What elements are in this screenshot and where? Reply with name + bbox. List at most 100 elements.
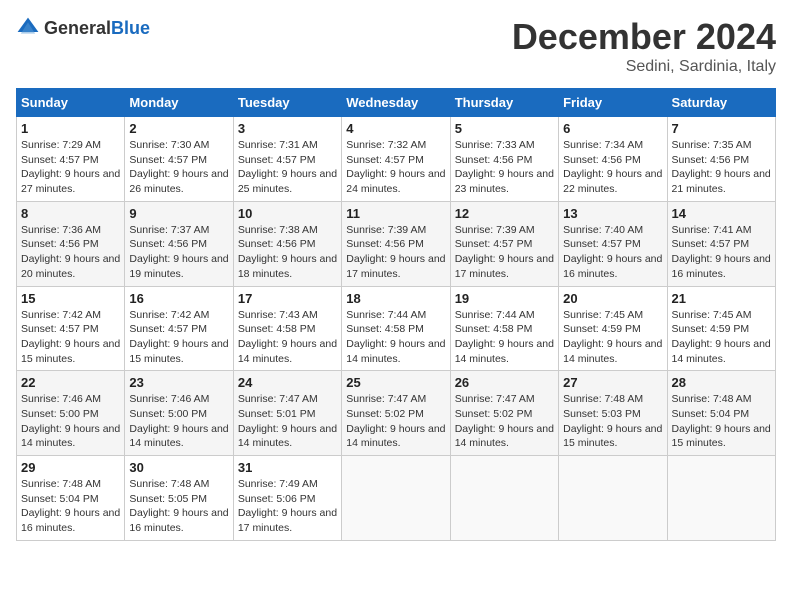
- day-info: Sunrise: 7:38 AMSunset: 4:56 PMDaylight:…: [238, 223, 337, 282]
- day-info: Sunrise: 7:49 AMSunset: 5:06 PMDaylight:…: [238, 477, 337, 536]
- day-number: 21: [672, 291, 771, 306]
- calendar-cell: 3 Sunrise: 7:31 AMSunset: 4:57 PMDaylight…: [233, 117, 341, 202]
- day-number: 25: [346, 375, 445, 390]
- day-of-week-header: Sunday: [17, 89, 125, 117]
- day-number: 20: [563, 291, 662, 306]
- day-number: 26: [455, 375, 554, 390]
- calendar-cell: 26 Sunrise: 7:47 AMSunset: 5:02 PMDayligh…: [450, 371, 558, 456]
- day-number: 8: [21, 206, 120, 221]
- calendar-cell: 13Sunrise: 7:40 AMSunset: 4:57 PMDayligh…: [559, 201, 667, 286]
- calendar-cell: 22Sunrise: 7:46 AMSunset: 5:00 PMDayligh…: [17, 371, 125, 456]
- calendar-cell: 16 Sunrise: 7:42 AMSunset: 4:57 PMDayligh…: [125, 286, 233, 371]
- day-info: Sunrise: 7:39 AMSunset: 4:57 PMDaylight:…: [455, 223, 554, 282]
- day-number: 4: [346, 121, 445, 136]
- day-number: 3: [238, 121, 337, 136]
- day-number: 23: [129, 375, 228, 390]
- day-number: 6: [563, 121, 662, 136]
- calendar-cell: 28Sunrise: 7:48 AMSunset: 5:04 PMDayligh…: [667, 371, 775, 456]
- day-of-week-header: Thursday: [450, 89, 558, 117]
- calendar-cell: [667, 456, 775, 541]
- day-info: Sunrise: 7:47 AMSunset: 5:01 PMDaylight:…: [238, 392, 337, 451]
- calendar-cell: 12 Sunrise: 7:39 AMSunset: 4:57 PMDayligh…: [450, 201, 558, 286]
- day-info: Sunrise: 7:35 AMSunset: 4:56 PMDaylight:…: [672, 138, 771, 197]
- calendar-cell: 23 Sunrise: 7:46 AMSunset: 5:00 PMDayligh…: [125, 371, 233, 456]
- day-number: 16: [129, 291, 228, 306]
- day-info: Sunrise: 7:42 AMSunset: 4:57 PMDaylight:…: [129, 308, 228, 367]
- day-info: Sunrise: 7:32 AMSunset: 4:57 PMDaylight:…: [346, 138, 445, 197]
- day-number: 18: [346, 291, 445, 306]
- calendar-cell: 21 Sunrise: 7:45 AMSunset: 4:59 PMDayligh…: [667, 286, 775, 371]
- calendar-cell: 14 Sunrise: 7:41 AMSunset: 4:57 PMDayligh…: [667, 201, 775, 286]
- day-of-week-header: Tuesday: [233, 89, 341, 117]
- calendar-cell: 4 Sunrise: 7:32 AMSunset: 4:57 PMDaylight…: [342, 117, 450, 202]
- day-number: 10: [238, 206, 337, 221]
- day-of-week-header: Friday: [559, 89, 667, 117]
- calendar-week-row: 1 Sunrise: 7:29 AMSunset: 4:57 PMDaylight…: [17, 117, 776, 202]
- day-number: 29: [21, 460, 120, 475]
- day-number: 17: [238, 291, 337, 306]
- day-info: Sunrise: 7:48 AMSunset: 5:03 PMDaylight:…: [563, 392, 662, 451]
- day-info: Sunrise: 7:44 AMSunset: 4:58 PMDaylight:…: [455, 308, 554, 367]
- day-number: 1: [21, 121, 120, 136]
- day-of-week-header: Wednesday: [342, 89, 450, 117]
- day-info: Sunrise: 7:45 AMSunset: 4:59 PMDaylight:…: [672, 308, 771, 367]
- calendar-cell: 1 Sunrise: 7:29 AMSunset: 4:57 PMDaylight…: [17, 117, 125, 202]
- calendar-week-row: 8 Sunrise: 7:36 AMSunset: 4:56 PMDaylight…: [17, 201, 776, 286]
- day-number: 14: [672, 206, 771, 221]
- day-number: 2: [129, 121, 228, 136]
- calendar-cell: [559, 456, 667, 541]
- day-of-week-header: Saturday: [667, 89, 775, 117]
- day-info: Sunrise: 7:33 AMSunset: 4:56 PMDaylight:…: [455, 138, 554, 197]
- calendar-body: 1 Sunrise: 7:29 AMSunset: 4:57 PMDaylight…: [17, 117, 776, 541]
- day-number: 9: [129, 206, 228, 221]
- calendar-cell: 18 Sunrise: 7:44 AMSunset: 4:58 PMDayligh…: [342, 286, 450, 371]
- day-info: Sunrise: 7:46 AMSunset: 5:00 PMDaylight:…: [129, 392, 228, 451]
- logo-text: GeneralBlue: [44, 18, 150, 39]
- day-info: Sunrise: 7:29 AMSunset: 4:57 PMDaylight:…: [21, 138, 120, 197]
- day-info: Sunrise: 7:42 AMSunset: 4:57 PMDaylight:…: [21, 308, 120, 367]
- calendar-cell: 7Sunrise: 7:35 AMSunset: 4:56 PMDaylight…: [667, 117, 775, 202]
- day-info: Sunrise: 7:48 AMSunset: 5:04 PMDaylight:…: [672, 392, 771, 451]
- calendar-week-row: 15 Sunrise: 7:42 AMSunset: 4:57 PMDayligh…: [17, 286, 776, 371]
- calendar-week-row: 22 Sunrise: 7:46 AMSunset: 5:00 PMDayligh…: [17, 371, 776, 456]
- day-info: Sunrise: 7:45 AMSunset: 4:59 PMDaylight:…: [563, 308, 662, 367]
- day-info: Sunrise: 7:34 AMSunset: 4:56 PMDaylight:…: [563, 138, 662, 197]
- calendar-cell: 19 Sunrise: 7:44 AMSunset: 4:58 PMDayligh…: [450, 286, 558, 371]
- day-number: 11: [346, 206, 445, 221]
- day-info: Sunrise: 7:31 AMSunset: 4:57 PMDaylight:…: [238, 138, 337, 197]
- calendar-cell: 27Sunrise: 7:48 AMSunset: 5:03 PMDayligh…: [559, 371, 667, 456]
- calendar-week-row: 29Sunrise: 7:48 AMSunset: 5:04 PMDayligh…: [17, 456, 776, 541]
- calendar-header: SundayMondayTuesdayWednesdayThursdayFrid…: [17, 89, 776, 117]
- day-number: 15: [21, 291, 120, 306]
- day-info: Sunrise: 7:44 AMSunset: 4:58 PMDaylight:…: [346, 308, 445, 367]
- page-header: GeneralBlue December 2024 Sedini, Sardin…: [16, 16, 776, 76]
- day-number: 24: [238, 375, 337, 390]
- calendar-cell: 10 Sunrise: 7:38 AMSunset: 4:56 PMDayligh…: [233, 201, 341, 286]
- day-info: Sunrise: 7:41 AMSunset: 4:57 PMDaylight:…: [672, 223, 771, 282]
- day-of-week-header: Monday: [125, 89, 233, 117]
- calendar-cell: 30 Sunrise: 7:48 AMSunset: 5:05 PMDayligh…: [125, 456, 233, 541]
- day-number: 30: [129, 460, 228, 475]
- day-number: 5: [455, 121, 554, 136]
- calendar-cell: 6 Sunrise: 7:34 AMSunset: 4:56 PMDaylight…: [559, 117, 667, 202]
- calendar-cell: 25 Sunrise: 7:47 AMSunset: 5:02 PMDayligh…: [342, 371, 450, 456]
- month-title: December 2024: [512, 16, 776, 58]
- day-info: Sunrise: 7:36 AMSunset: 4:56 PMDaylight:…: [21, 223, 120, 282]
- calendar-cell: 29Sunrise: 7:48 AMSunset: 5:04 PMDayligh…: [17, 456, 125, 541]
- calendar-cell: [450, 456, 558, 541]
- day-number: 22: [21, 375, 120, 390]
- day-info: Sunrise: 7:39 AMSunset: 4:56 PMDaylight:…: [346, 223, 445, 282]
- calendar-cell: 17 Sunrise: 7:43 AMSunset: 4:58 PMDayligh…: [233, 286, 341, 371]
- title-block: December 2024 Sedini, Sardinia, Italy: [512, 16, 776, 76]
- calendar-cell: 2Sunrise: 7:30 AMSunset: 4:57 PMDaylight…: [125, 117, 233, 202]
- day-info: Sunrise: 7:43 AMSunset: 4:58 PMDaylight:…: [238, 308, 337, 367]
- day-number: 19: [455, 291, 554, 306]
- day-number: 12: [455, 206, 554, 221]
- calendar-cell: 15 Sunrise: 7:42 AMSunset: 4:57 PMDayligh…: [17, 286, 125, 371]
- calendar-cell: 11 Sunrise: 7:39 AMSunset: 4:56 PMDayligh…: [342, 201, 450, 286]
- logo: GeneralBlue: [16, 16, 150, 40]
- day-info: Sunrise: 7:48 AMSunset: 5:05 PMDaylight:…: [129, 477, 228, 536]
- day-info: Sunrise: 7:47 AMSunset: 5:02 PMDaylight:…: [455, 392, 554, 451]
- calendar-cell: 8 Sunrise: 7:36 AMSunset: 4:56 PMDaylight…: [17, 201, 125, 286]
- day-info: Sunrise: 7:47 AMSunset: 5:02 PMDaylight:…: [346, 392, 445, 451]
